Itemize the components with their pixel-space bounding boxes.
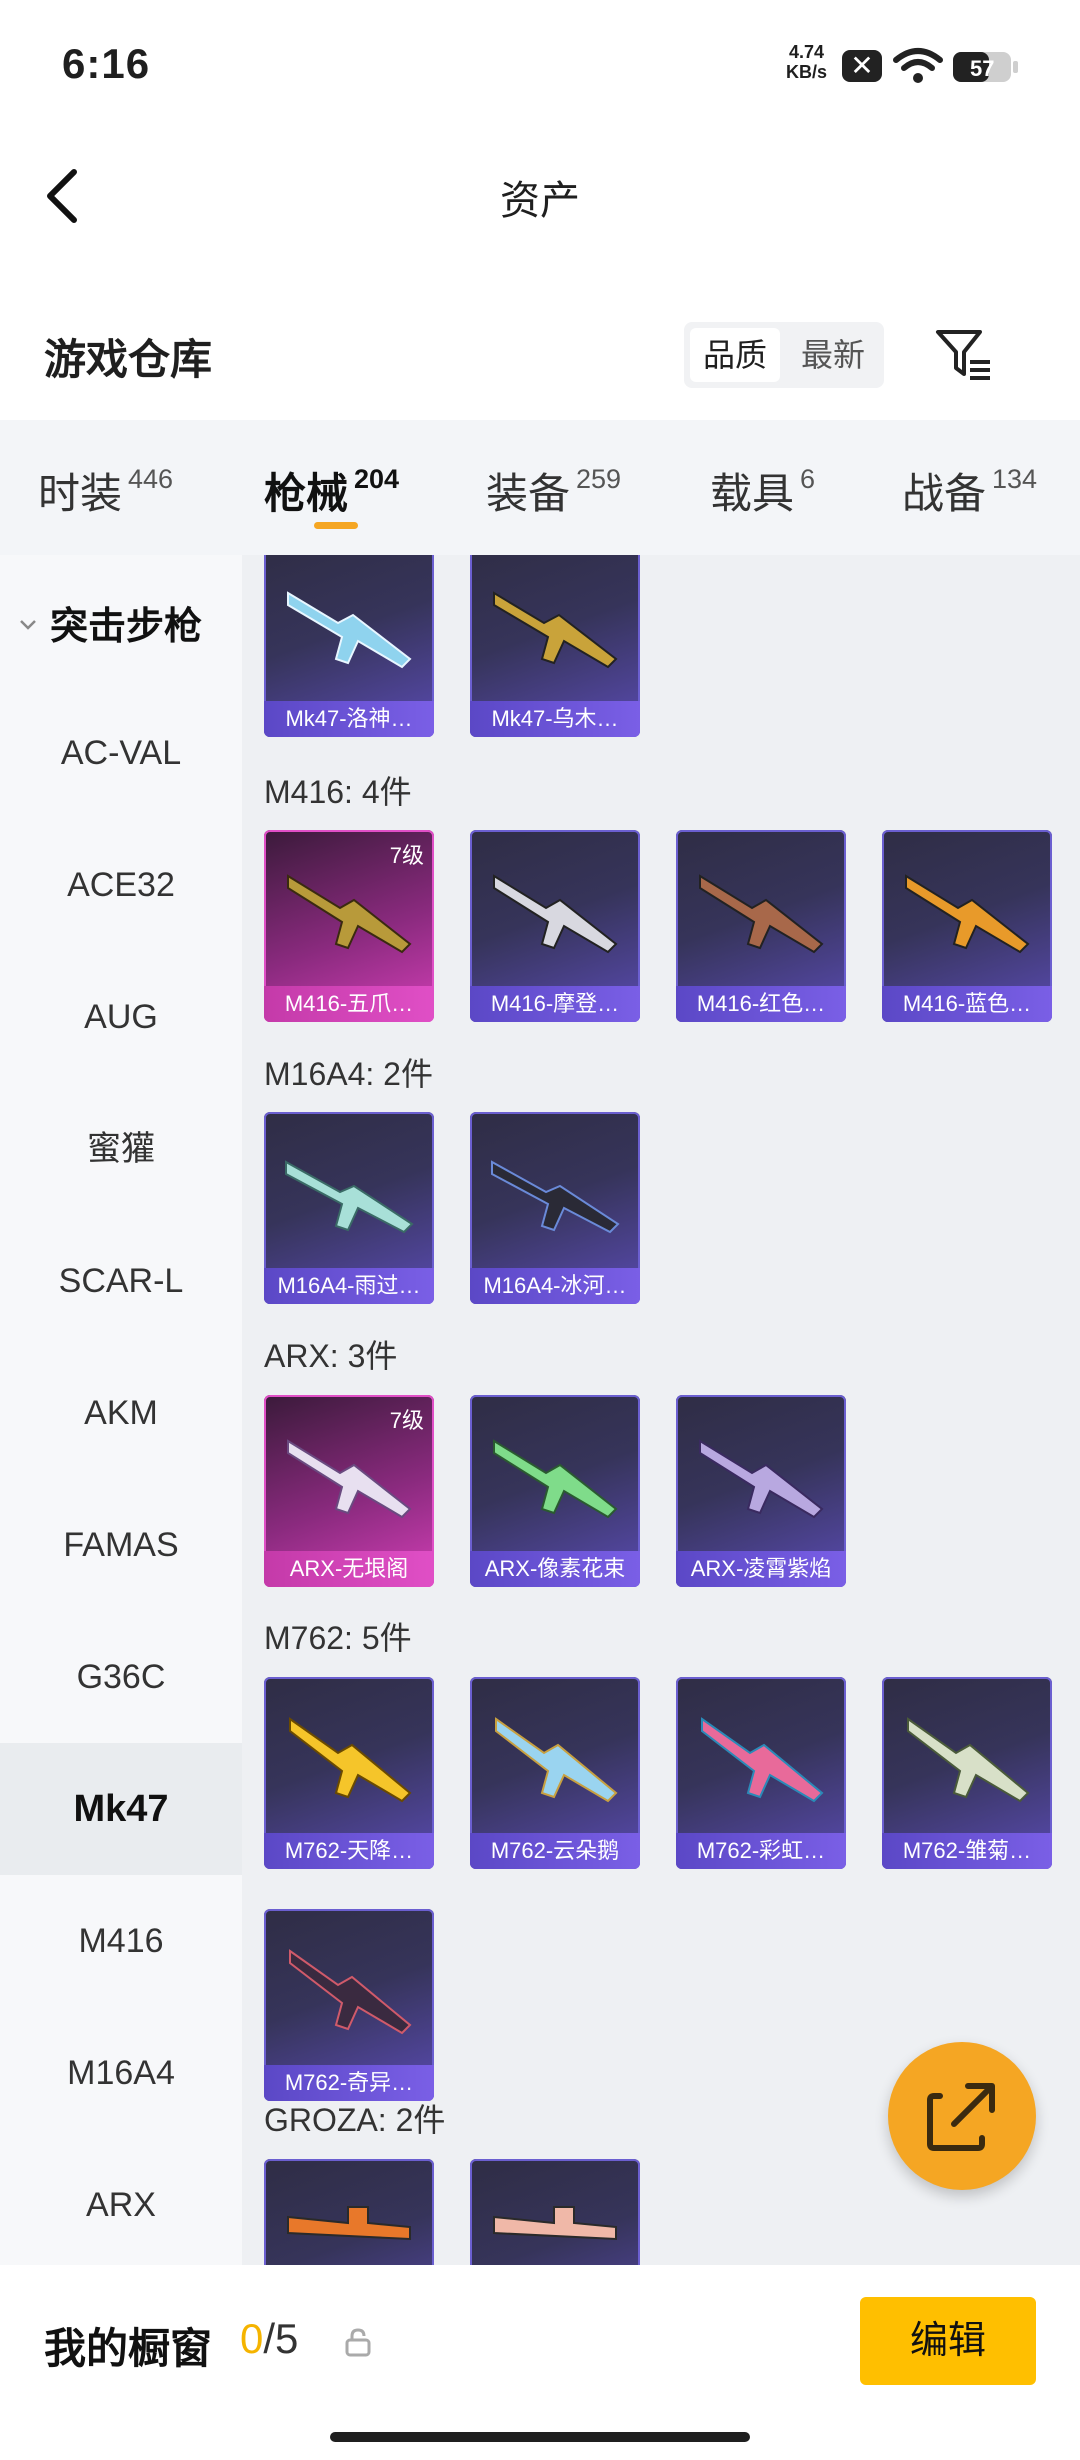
weapon-card[interactable]: M762-雏菊… [882,1677,1052,1869]
sidebar-item-g36c[interactable]: G36C [0,1611,242,1743]
home-indicator [330,2432,750,2442]
weapon-card[interactable]: M416-蓝色… [882,830,1052,1022]
battery-icon: 57 [953,52,1018,82]
share-out-icon [927,2083,995,2151]
showcase-count: 0/5 [240,2315,299,2362]
section-title: 游戏仓库 [44,336,213,383]
rifle-icon [289,1717,412,1803]
rifle-icon [907,1717,1030,1803]
sort-quality-option[interactable]: 品质 [690,328,780,382]
rifle-icon [287,591,412,669]
chevron-down-icon [20,620,36,630]
tab-fashion[interactable]: 时装 446 [38,460,173,521]
group-title-groza: GROZA: 2件 [264,2102,446,2138]
sidebar-item-aug[interactable]: AUG [0,951,242,1083]
svg-text:57: 57 [970,56,994,81]
rifle-icon [493,591,618,669]
rifle-icon [493,874,618,954]
tab-supplies[interactable]: 战备 134 [902,460,1037,521]
status-time: 6:16 [62,40,151,87]
rifle-icon [905,874,1030,954]
share-fab[interactable] [888,2042,1036,2190]
group-title-m762: M762: 5件 [264,1620,412,1656]
filter-icon[interactable] [934,324,994,384]
weapon-card[interactable]: M762-奇异… [264,1909,434,2101]
sidebar-item-akm[interactable]: AKM [0,1347,242,1479]
rifle-icon [289,1949,412,2035]
weapon-card[interactable] [264,2159,434,2265]
rifle-icon [493,1439,618,1519]
weapon-card[interactable]: ARX-凌霄紫焰 [676,1395,846,1587]
edit-button[interactable]: 编辑 [860,2297,1036,2385]
sidebar-item-honey-badger[interactable]: 蜜獾 [0,1083,242,1215]
weapon-card[interactable]: Mk47-乌木… [470,555,640,737]
rifle-icon [699,874,824,954]
rifle-icon [493,2206,617,2241]
sidebar-item-ac-val[interactable]: AC-VAL [0,687,242,819]
weapon-card[interactable]: M416-摩登… [470,830,640,1022]
sidebar-item-m16a4[interactable]: M16A4 [0,2007,242,2139]
sidebar-item-ace32[interactable]: ACE32 [0,819,242,951]
tab-equipment[interactable]: 装备 259 [486,460,621,521]
weapon-card[interactable] [470,2159,640,2265]
sidebar-item-m416[interactable]: M416 [0,1875,242,2007]
active-tab-indicator [314,522,358,529]
net-speed: 4.74 KB/s [786,42,828,82]
category-tabs: 时装 446 枪械 204 装备 259 载具 6 战备 134 [0,420,1080,555]
notification-icon: ✕ [842,50,882,82]
showcase-bar: 我的橱窗 0/5 编辑 [0,2265,1080,2460]
weapon-card[interactable]: 7级 M416-五爪… [264,830,434,1022]
group-title-m416: M416: 4件 [264,774,412,810]
weapon-grid: Mk47-洛神… Mk47-乌木… M416: 4件 7级 M416-五爪… M… [242,555,1080,2265]
weapon-card[interactable]: ARX-像素花束 [470,1395,640,1587]
sidebar-item-arx[interactable]: ARX [0,2139,242,2265]
weapon-card[interactable]: M416-红色… [676,830,846,1022]
rifle-icon [285,1160,414,1234]
page-title: 资产 [500,179,580,223]
sidebar-group-assault-rifles[interactable]: 突击步枪 [18,595,202,650]
weapon-card[interactable]: Mk47-洛神… [264,555,434,737]
sort-toggle: 品质 最新 [684,322,884,388]
sidebar-item-scar-l[interactable]: SCAR-L [0,1215,242,1347]
rifle-icon [701,1717,824,1803]
rifle-icon [495,1717,618,1803]
sidebar-item-mk47[interactable]: Mk47 [0,1743,242,1875]
weapon-card[interactable]: M762-彩虹… [676,1677,846,1869]
weapon-card[interactable]: M16A4-雨过… [264,1112,434,1304]
weapon-sidebar: 突击步枪 AC-VAL ACE32 AUG 蜜獾 SCAR-L AKM FAMA… [0,555,242,2265]
wifi-icon [893,48,943,83]
sort-latest-option[interactable]: 最新 [788,328,878,382]
status-bar: 6:16 4.74 KB/s ✕ 57 [0,0,1080,135]
rifle-icon [287,2206,411,2241]
tab-vehicles[interactable]: 载具 6 [710,460,815,521]
group-title-m16a4: M16A4: 2件 [264,1056,433,1092]
weapon-card[interactable]: M16A4-冰河… [470,1112,640,1304]
showcase-label: 我的橱窗 [44,2325,213,2372]
weapon-card[interactable]: M762-天降… [264,1677,434,1869]
weapon-card[interactable]: 7级 ARX-无垠阁 [264,1395,434,1587]
tab-firearms[interactable]: 枪械 204 [264,460,399,521]
sidebar-item-famas[interactable]: FAMAS [0,1479,242,1611]
rifle-icon [699,1439,824,1519]
rifle-icon [491,1160,620,1234]
lock-icon [345,2328,371,2357]
group-title-arx: ARX: 3件 [264,1338,398,1374]
weapon-card[interactable]: M762-云朵鹅 [470,1677,640,1869]
